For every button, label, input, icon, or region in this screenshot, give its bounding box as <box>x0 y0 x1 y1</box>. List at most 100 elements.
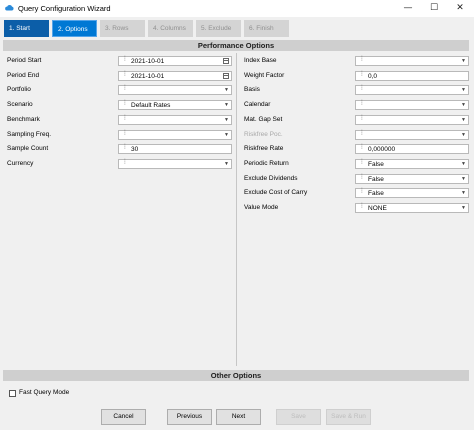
left-field-7[interactable]: ⋮ ▼ <box>118 157 232 169</box>
step-start[interactable]: 1. Start <box>4 20 49 37</box>
right-label-10: Value Mode <box>244 204 279 211</box>
step-rows[interactable]: 3. Rows <box>100 20 145 37</box>
fast-query-label: Fast Query Mode <box>19 389 70 396</box>
drag-handle-icon: ⋮ <box>359 99 365 107</box>
right-field-4[interactable]: ⋮ ▼ <box>355 113 469 125</box>
dropdown-arrow-icon[interactable]: ▼ <box>224 132 229 139</box>
fast-query-checkbox[interactable] <box>9 390 16 397</box>
right-label-9: Exclude Cost of Carry <box>244 189 308 197</box>
right-field-value-8: False <box>368 175 384 183</box>
left-field-4[interactable]: ⋮ ▼ <box>118 113 232 125</box>
right-field-6[interactable]: ⋮ 0,000000 <box>355 143 469 155</box>
left-field-5[interactable]: ⋮ ▼ <box>118 128 232 140</box>
cancel-button[interactable]: Cancel <box>101 409 146 425</box>
calendar-icon[interactable] <box>223 72 229 79</box>
step-finish[interactable]: 6. Finish <box>244 20 289 37</box>
calendar-icon[interactable] <box>223 58 229 64</box>
panel-divider <box>236 53 237 366</box>
dropdown-arrow-icon[interactable]: ▼ <box>224 117 229 124</box>
right-field-2[interactable]: ⋮ ▼ <box>355 84 469 96</box>
right-field-value-7: False <box>368 160 384 168</box>
right-field-3[interactable]: ⋮ ▼ <box>355 99 469 111</box>
drag-handle-icon: ⋮ <box>122 99 128 107</box>
right-field-10[interactable]: ⋮ NONE ▼ <box>355 203 469 213</box>
left-label-3: Scenario <box>7 101 33 109</box>
maximize-icon[interactable]: ☐ <box>423 2 445 15</box>
drag-handle-icon: ⋮ <box>122 128 128 136</box>
left-label-2: Portfolio <box>7 86 31 94</box>
left-label-7: Currency <box>7 159 34 167</box>
drag-handle-icon: ⋮ <box>122 157 128 165</box>
save-run-button[interactable]: Save & Run <box>326 409 371 425</box>
dropdown-arrow-icon[interactable]: ▼ <box>224 102 229 109</box>
right-label-3: Calendar <box>244 101 271 109</box>
right-field-1[interactable]: ⋮ 0,0 <box>355 69 469 81</box>
right-field-value-6: 0,000000 <box>368 146 396 154</box>
right-label-0: Index Base <box>244 57 277 64</box>
left-field-3[interactable]: ⋮ Default Rates ▼ <box>118 99 232 111</box>
drag-handle-icon: ⋮ <box>359 202 365 209</box>
left-field-6[interactable]: ⋮ 30 <box>118 143 232 155</box>
left-field-value-3: Default Rates <box>131 102 171 110</box>
drag-handle-icon: ⋮ <box>359 172 365 180</box>
right-label-1: Weight Factor <box>244 71 285 79</box>
left-field-value-1: 2021-10-01 <box>131 72 165 80</box>
right-field-value-9: False <box>368 190 384 198</box>
drag-handle-icon: ⋮ <box>122 55 128 62</box>
dropdown-arrow-icon[interactable]: ▼ <box>461 117 466 124</box>
right-label-5: Riskfree Poc. <box>244 130 283 138</box>
previous-button[interactable]: Previous <box>167 409 212 425</box>
step-columns[interactable]: 4. Columns <box>148 20 193 37</box>
next-button[interactable]: Next <box>216 409 261 425</box>
right-label-4: Mat. Gap Set <box>244 115 283 123</box>
step-exclude[interactable]: 5. Exclude <box>196 20 241 37</box>
left-field-value-0: 2021-10-01 <box>131 58 165 65</box>
dropdown-arrow-icon[interactable]: ▼ <box>224 87 229 94</box>
close-icon[interactable]: ✕ <box>449 2 471 15</box>
performance-options-header: Performance Options <box>3 40 469 51</box>
drag-handle-icon: ⋮ <box>359 84 365 92</box>
drag-handle-icon: ⋮ <box>359 69 365 77</box>
drag-handle-icon: ⋮ <box>359 187 365 195</box>
drag-handle-icon: ⋮ <box>359 143 365 151</box>
other-options-header: Other Options <box>3 370 469 381</box>
drag-handle-icon: ⋮ <box>122 84 128 92</box>
right-field-8[interactable]: ⋮ False ▼ <box>355 172 469 184</box>
left-field-2[interactable]: ⋮ ▼ <box>118 84 232 96</box>
left-label-0: Period Start <box>7 57 42 64</box>
save-button[interactable]: Save <box>276 409 321 425</box>
drag-handle-icon: ⋮ <box>122 143 128 151</box>
right-field-7[interactable]: ⋮ False ▼ <box>355 158 469 169</box>
left-field-0[interactable]: ⋮ 2021-10-01 <box>118 56 232 66</box>
right-label-2: Basis <box>244 86 260 94</box>
right-field-value-10: NONE <box>368 205 387 212</box>
left-label-5: Sampling Freq. <box>7 130 52 138</box>
right-field-value-1: 0,0 <box>368 72 378 80</box>
dropdown-arrow-icon[interactable]: ▼ <box>461 58 466 65</box>
dropdown-arrow-icon[interactable]: ▼ <box>461 161 466 168</box>
minimize-icon[interactable]: — <box>397 2 419 15</box>
right-label-7: Periodic Return <box>244 159 289 167</box>
drag-handle-icon: ⋮ <box>359 113 365 121</box>
drag-handle-icon: ⋮ <box>359 128 365 136</box>
dropdown-arrow-icon[interactable]: ▼ <box>461 102 466 109</box>
step-options[interactable]: 2. Options <box>52 20 97 37</box>
left-label-4: Benchmark <box>7 115 40 123</box>
dropdown-arrow-icon[interactable]: ▼ <box>224 161 229 168</box>
right-field-0[interactable]: ⋮ ▼ <box>355 56 469 66</box>
wizard-window: Query Configuration Wizard — ☐ ✕ 1. Star… <box>0 0 474 430</box>
left-field-value-6: 30 <box>131 146 139 154</box>
window-title: Query Configuration Wizard <box>18 4 111 13</box>
right-field-5[interactable]: ⋮ ▼ <box>355 128 469 140</box>
dropdown-arrow-icon[interactable]: ▼ <box>461 87 466 94</box>
drag-handle-icon: ⋮ <box>122 113 128 121</box>
left-label-1: Period End <box>7 71 40 79</box>
dropdown-arrow-icon[interactable]: ▼ <box>461 132 466 139</box>
right-field-9[interactable]: ⋮ False ▼ <box>355 187 469 199</box>
right-label-8: Exclude Dividends <box>244 174 298 182</box>
dropdown-arrow-icon[interactable]: ▼ <box>461 205 466 212</box>
right-label-6: Riskfree Rate <box>244 145 284 153</box>
dropdown-arrow-icon[interactable]: ▼ <box>461 190 466 197</box>
left-field-1[interactable]: ⋮ 2021-10-01 <box>118 70 232 81</box>
dropdown-arrow-icon[interactable]: ▼ <box>461 176 466 183</box>
